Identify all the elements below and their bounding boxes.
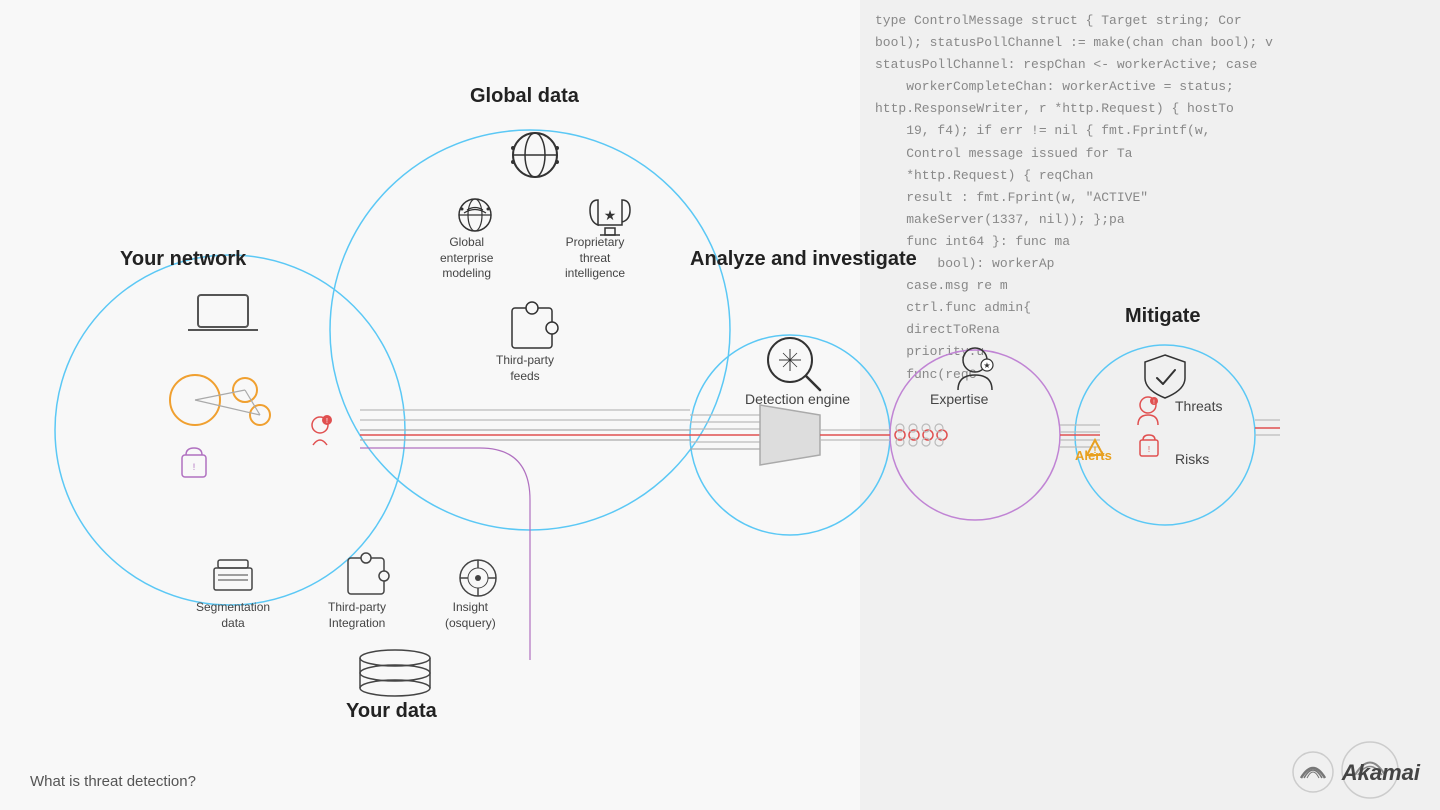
expertise-label: Expertise — [930, 390, 988, 408]
analyze-title: Analyze and investigate — [690, 248, 917, 271]
risks-label: Risks — [1175, 450, 1209, 468]
svg-text:!: ! — [326, 418, 328, 425]
main-diagram: ! ! ! — [0, 0, 1440, 810]
svg-text:!: ! — [193, 462, 196, 472]
detection-engine-label: Detection engine — [745, 390, 850, 408]
your-network-circle — [55, 255, 405, 605]
your-network-title: Your network — [120, 248, 246, 271]
svg-text:★: ★ — [983, 361, 990, 370]
global-data-title: Global data — [470, 85, 579, 108]
mitigate-title: Mitigate — [1125, 305, 1201, 328]
proprietary-threat-label: Proprietarythreatintelligence — [565, 235, 625, 282]
third-party-feeds-label: Third-partyfeeds — [496, 353, 554, 384]
svg-text:★: ★ — [604, 207, 617, 223]
mitigate-circle — [1075, 345, 1255, 525]
third-party-integration-label: Third-partyIntegration — [328, 600, 386, 631]
segmentation-data-label: Segmentationdata — [196, 600, 270, 631]
svg-text:!: ! — [1148, 445, 1150, 454]
threats-label: Threats — [1175, 397, 1222, 415]
akamai-logo-icon — [1291, 750, 1336, 795]
global-enterprise-label: Globalenterprisemodeling — [440, 235, 493, 282]
akamai-logo: Akamai — [1291, 750, 1420, 795]
insight-osquery-label: Insight(osquery) — [445, 600, 496, 631]
your-data-title: Your data — [346, 700, 437, 723]
alerts-label: Alerts — [1075, 448, 1112, 465]
global-data-circle — [330, 130, 730, 530]
akamai-logo-text: Akamai — [1342, 760, 1420, 786]
bottom-label: What is threat detection? — [30, 773, 196, 790]
